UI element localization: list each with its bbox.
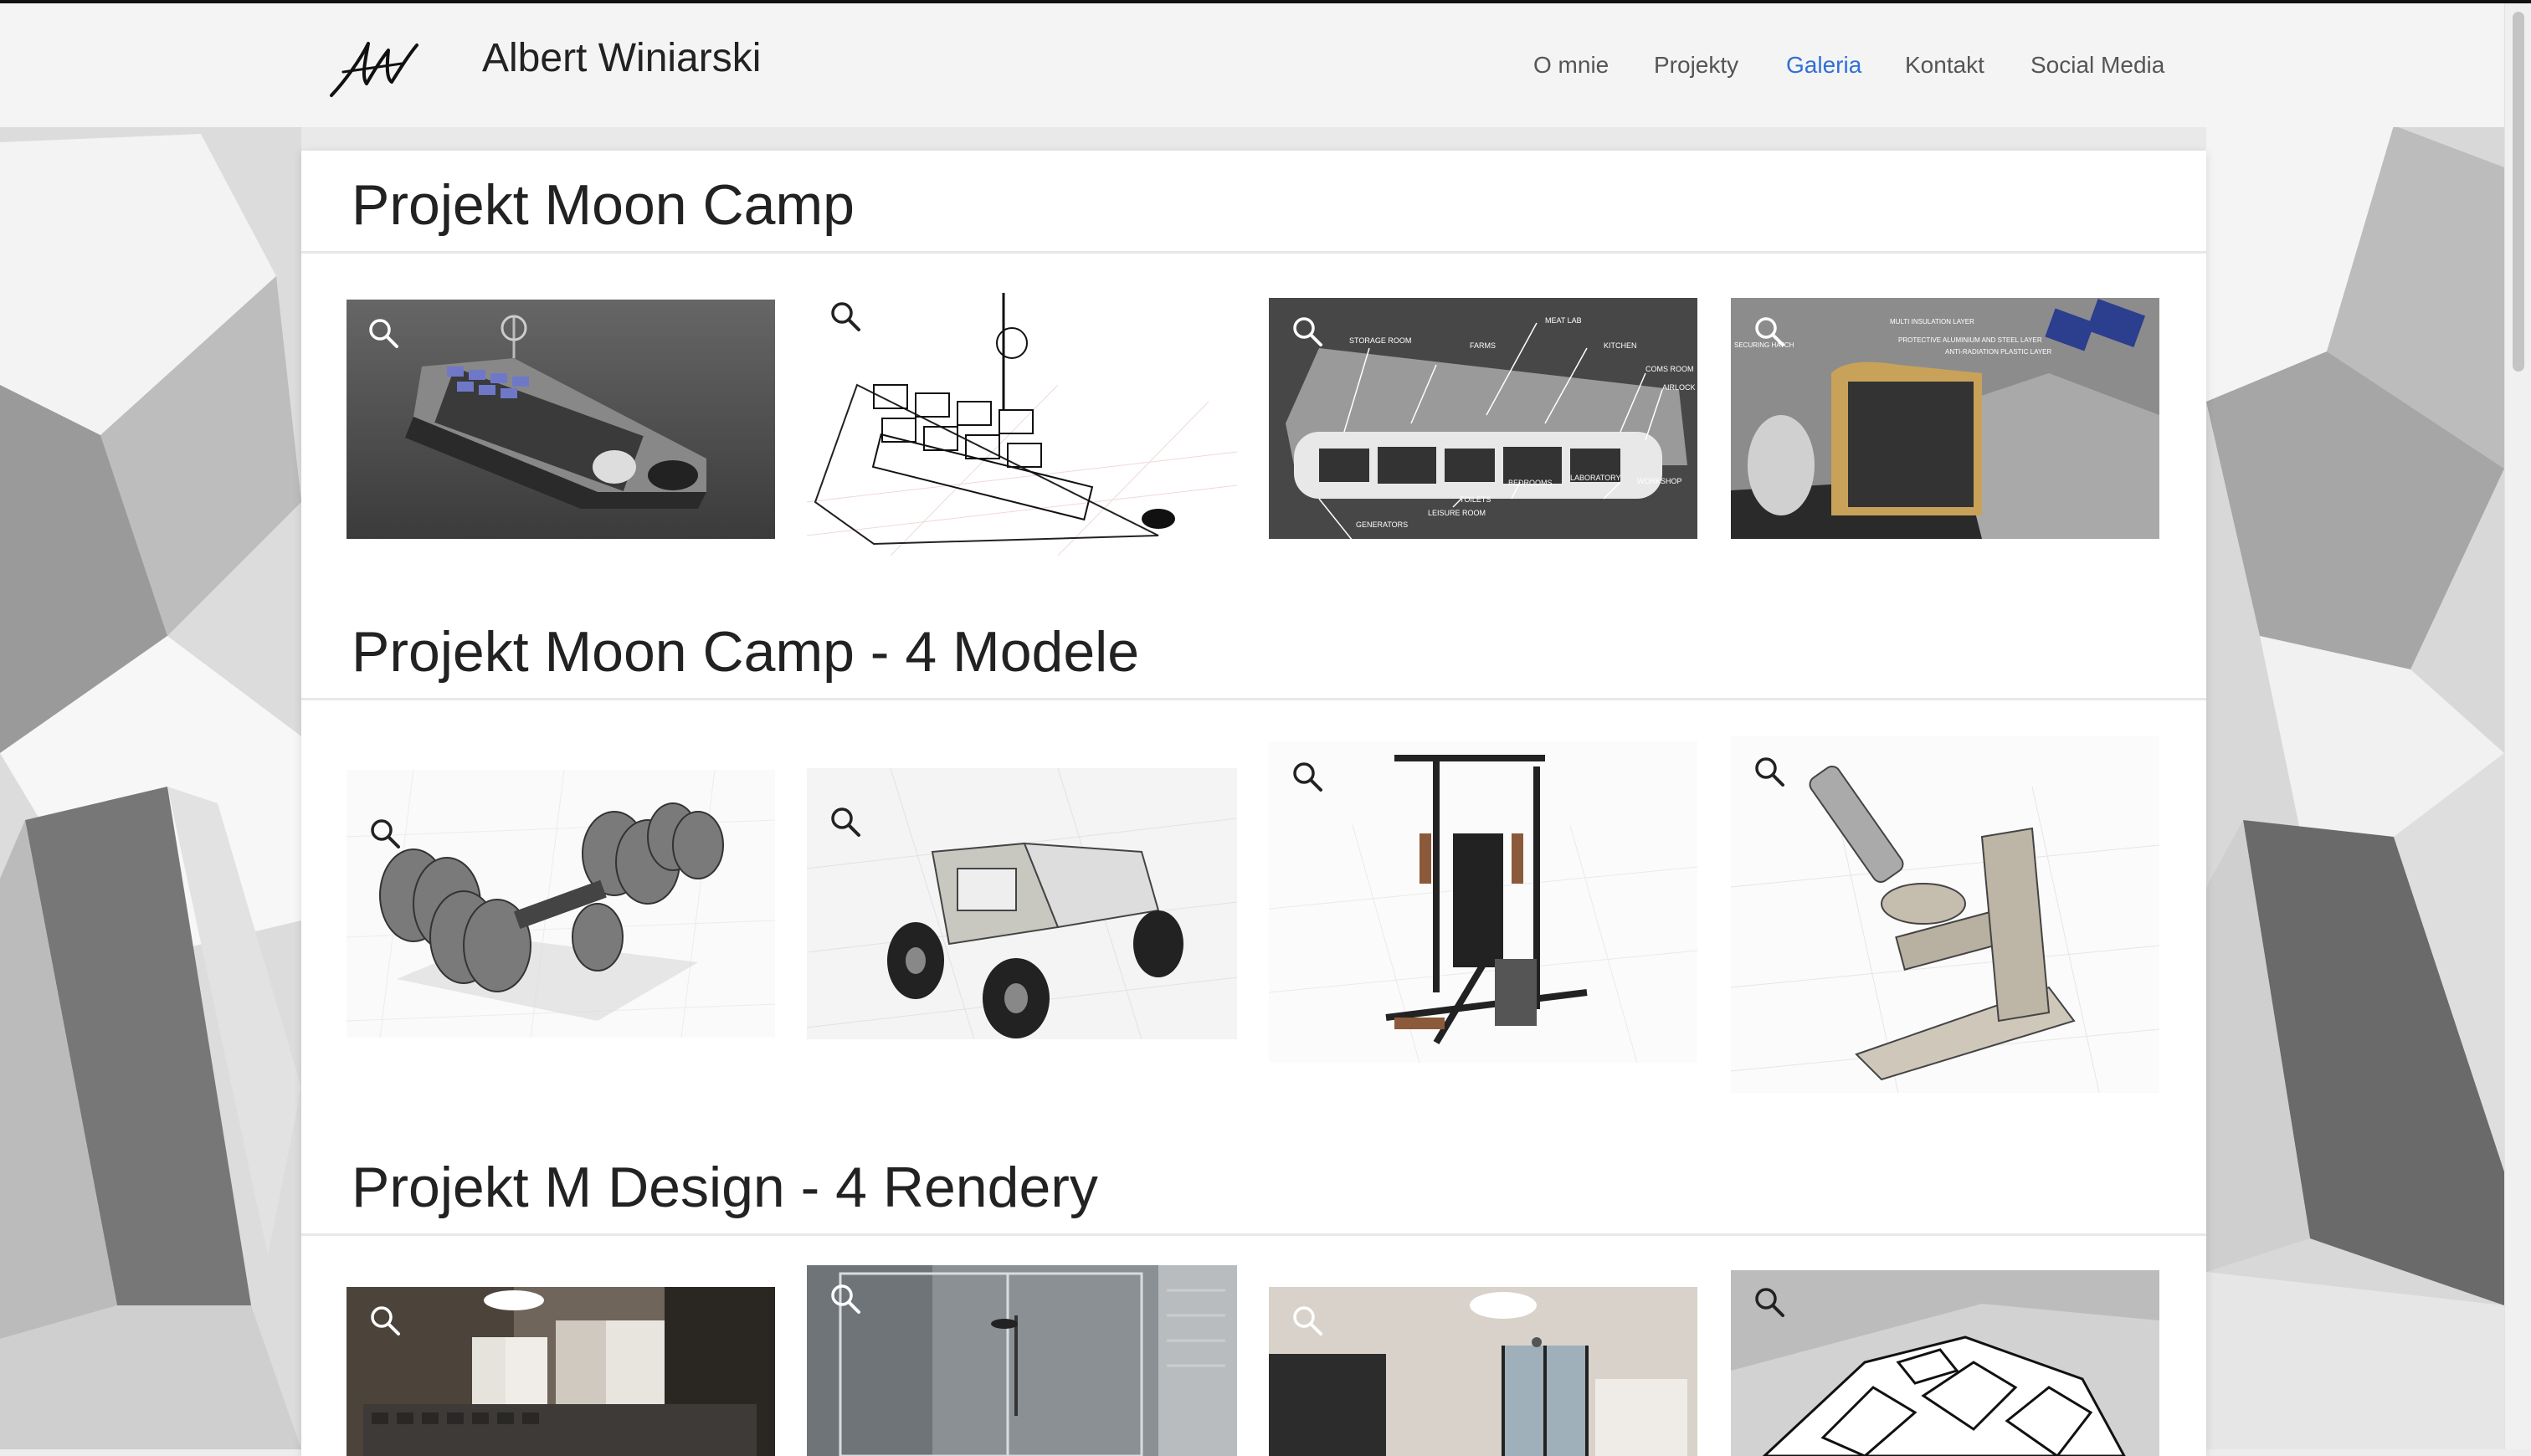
cutaway-label: COMS ROOM bbox=[1645, 365, 1694, 373]
cutaway-label: LABORATORY bbox=[1570, 474, 1621, 482]
magnifier-icon bbox=[1755, 757, 1784, 787]
cutaway-label: STORAGE ROOM bbox=[1349, 336, 1412, 345]
section-title-m-design-renders: Projekt M Design - 4 Rendery bbox=[352, 1156, 1098, 1219]
navbar: Albert Winiarski O mnie Projekty Galeria… bbox=[0, 3, 2504, 127]
nav-link-about[interactable]: O mnie bbox=[1533, 52, 1609, 79]
section-divider bbox=[301, 251, 2206, 254]
nav-link-contact[interactable]: Kontakt bbox=[1905, 52, 1984, 79]
section-label: ANTI-RADIATION PLASTIC LAYER bbox=[1945, 348, 2052, 356]
magnifier-icon bbox=[1293, 762, 1322, 792]
gallery-image-render-living-room[interactable] bbox=[1269, 1287, 1697, 1456]
magnifier-icon bbox=[831, 1284, 860, 1314]
nav-link-gallery[interactable]: Galeria bbox=[1786, 52, 1861, 79]
main-nav: O mnie Projekty Galeria Kontakt Social M… bbox=[0, 52, 2504, 85]
section-title-moon-camp-models: Projekt Moon Camp - 4 Modele bbox=[352, 620, 1140, 684]
section-title-moon-camp: Projekt Moon Camp bbox=[352, 173, 855, 237]
gallery-image-moon-camp-section[interactable]: MULTI INSULATION LAYER PROTECTIVE ALUMIN… bbox=[1731, 298, 2159, 539]
magnifier-icon bbox=[831, 302, 860, 331]
magnifier-icon bbox=[1293, 317, 1322, 346]
section-label: PROTECTIVE ALUMINIUM AND STEEL LAYER bbox=[1898, 336, 2042, 344]
gallery-card: Projekt Moon Camp STORAGE ROOM FARMS MEA… bbox=[301, 151, 2206, 1456]
gallery-image-model-rover[interactable] bbox=[807, 768, 1237, 1039]
magnifier-icon bbox=[1293, 1306, 1322, 1336]
nav-link-projects[interactable]: Projekty bbox=[1654, 52, 1738, 79]
cutaway-label: TOILETS bbox=[1460, 495, 1491, 504]
gallery-image-moon-camp-wireframe[interactable] bbox=[807, 285, 1237, 556]
nav-link-social-media[interactable]: Social Media bbox=[2030, 52, 2164, 79]
cutaway-label: BEDROOMS bbox=[1508, 479, 1553, 487]
cutaway-label: KITCHEN bbox=[1604, 341, 1637, 350]
cutaway-label: FARMS bbox=[1470, 341, 1497, 350]
magnifier-icon bbox=[371, 1306, 400, 1336]
cutaway-label: WORKSHOP bbox=[1637, 477, 1682, 485]
magnifier-icon bbox=[831, 807, 860, 837]
magnifier-icon bbox=[1755, 317, 1784, 346]
cutaway-label: MEAT LAB bbox=[1545, 316, 1582, 325]
page-scrollbar-thumb[interactable] bbox=[2513, 12, 2524, 372]
section-divider bbox=[301, 1233, 2206, 1236]
magnifier-icon bbox=[371, 819, 400, 848]
magnifier-icon bbox=[369, 319, 398, 348]
gallery-image-moon-camp-render[interactable] bbox=[347, 300, 775, 539]
gallery-image-model-gym-machine[interactable] bbox=[1269, 741, 1697, 1063]
gallery-image-model-dumbbells[interactable] bbox=[347, 770, 775, 1038]
cutaway-label: LEISURE ROOM bbox=[1428, 509, 1486, 517]
gallery-image-moon-camp-cutaway[interactable]: STORAGE ROOM FARMS MEAT LAB KITCHEN COMS… bbox=[1269, 298, 1697, 539]
gallery-image-render-kitchen[interactable] bbox=[347, 1287, 775, 1456]
gallery-image-render-shower[interactable] bbox=[807, 1265, 1237, 1456]
section-divider bbox=[301, 698, 2206, 700]
gallery-image-render-floor-plan[interactable] bbox=[1731, 1270, 2159, 1456]
cutaway-label: AIRLOCK bbox=[1662, 383, 1696, 392]
magnifier-icon bbox=[1755, 1288, 1784, 1317]
cutaway-label: GENERATORS bbox=[1356, 520, 1409, 529]
gallery-image-model-microscope[interactable] bbox=[1731, 736, 2159, 1093]
section-label: MULTI INSULATION LAYER bbox=[1890, 318, 1974, 326]
